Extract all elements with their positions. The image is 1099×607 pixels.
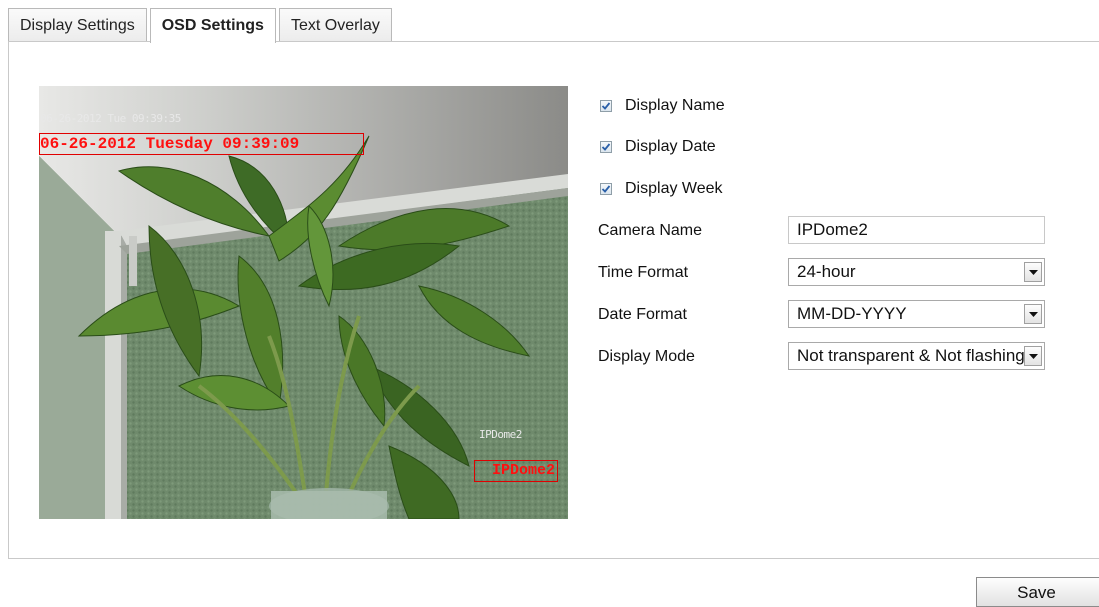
display-mode-select[interactable]: Not transparent & Not flashing [788,342,1045,370]
chevron-down-icon [1029,354,1038,359]
display-name-label: Display Name [625,97,725,114]
tab-text-overlay[interactable]: Text Overlay [278,8,392,41]
chevron-down-icon [1029,312,1038,317]
display-date-row: Display Date [600,136,716,158]
chevron-down-icon [1029,270,1038,275]
checkmark-icon [601,102,611,110]
save-button[interactable]: Save [976,577,1099,607]
tab-display-settings[interactable]: Display Settings [8,8,147,41]
display-mode-value: Not transparent & Not flashing [797,346,1025,365]
time-format-value: 24-hour [797,262,856,281]
camera-name-input[interactable] [788,216,1045,244]
display-week-label: Display Week [625,180,723,197]
display-week-checkbox[interactable] [600,183,612,195]
osd-camera-name-text: IPDome2 [479,428,522,441]
display-mode-label: Display Mode [598,348,695,365]
tab-osd-settings[interactable]: OSD Settings [149,8,276,43]
tab-bar: Display Settings OSD Settings Text Overl… [8,8,395,43]
video-preview[interactable]: 06-26-2012 Tue 09:39:35 06-26-2012 Tuesd… [39,86,568,519]
camera-name-label: Camera Name [598,222,703,239]
display-date-label: Display Date [625,138,716,155]
display-week-row: Display Week [600,178,723,200]
osd-camera-time-text: 06-26-2012 Tue 09:39:35 [40,112,181,125]
display-name-checkbox[interactable] [600,100,612,112]
checkmark-icon [601,185,611,193]
time-format-select[interactable]: 24-hour [788,258,1045,286]
time-format-label: Time Format [598,264,689,281]
display-date-checkbox[interactable] [600,141,612,153]
date-format-value: MM-DD-YYYY [797,304,907,323]
date-format-label: Date Format [598,306,687,323]
dropdown-arrow-button[interactable] [1024,304,1042,324]
checkmark-icon [601,143,611,151]
osd-date-region[interactable]: 06-26-2012 Tuesday 09:39:09 [39,133,364,155]
osd-name-region[interactable]: IPDome2 [474,460,558,482]
date-format-select[interactable]: MM-DD-YYYY [788,300,1045,328]
dropdown-arrow-button[interactable] [1024,346,1042,366]
dropdown-arrow-button[interactable] [1024,262,1042,282]
display-name-row: Display Name [600,95,725,117]
